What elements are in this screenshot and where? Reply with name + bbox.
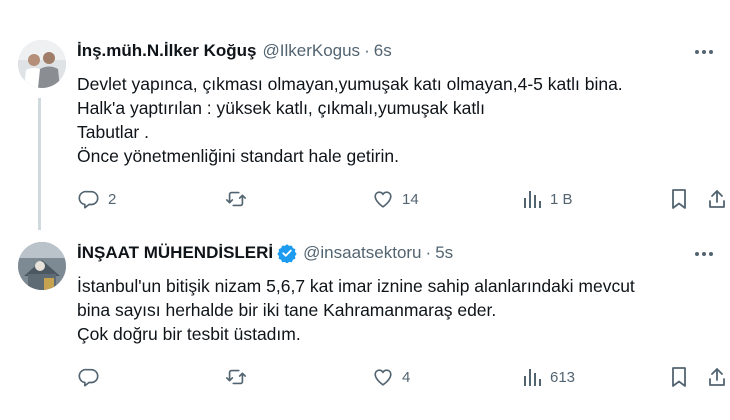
tweet-text: İstanbul'un bitişik nizam 5,6,7 kat imar… [77, 274, 635, 346]
reply-count: 2 [108, 190, 117, 208]
more-icon[interactable] [692, 40, 716, 64]
bookmark-icon [672, 367, 686, 387]
retweet-button[interactable] [224, 186, 256, 212]
tweet-line: Halk'a yaptırılan : yüksek katlı, çıkmal… [77, 98, 485, 118]
bookmark-button[interactable] [670, 186, 688, 212]
views-icon [524, 369, 541, 386]
share-icon [709, 368, 725, 386]
view-count: 613 [550, 368, 576, 386]
author-handle[interactable]: @insaatsektoru [303, 243, 421, 263]
tweet-text: Devlet yapınca, çıkması olmayan,yumuşak … [77, 72, 623, 168]
like-button[interactable]: 14 [372, 186, 419, 212]
tweet-header: İNŞAAT MÜHENDİSLERİ @insaatsektoru · 5s [77, 242, 453, 264]
like-count: 14 [402, 190, 419, 208]
reply-button[interactable] [78, 364, 108, 390]
view-count: 1 B [550, 190, 573, 208]
verified-badge-icon [277, 243, 297, 263]
reply-icon [78, 190, 99, 209]
separator: · [425, 243, 432, 262]
share-button[interactable] [707, 186, 727, 212]
views-icon [524, 191, 541, 208]
tweet-line: Tabutlar . [77, 122, 149, 142]
timestamp[interactable]: 6s [374, 41, 392, 61]
bookmark-button[interactable] [670, 364, 688, 390]
tweet-line: Önce yönetmenliğini standart hale getiri… [77, 146, 399, 166]
tweet-line: Çok doğru bir tesbit üstadım. [77, 324, 301, 344]
tweet-line: Devlet yapınca, çıkması olmayan,yumuşak … [77, 74, 623, 94]
more-icon[interactable] [692, 242, 716, 266]
retweet-icon [226, 191, 246, 207]
like-button[interactable]: 4 [372, 364, 410, 390]
views-button[interactable]: 613 [522, 364, 575, 390]
avatar[interactable] [18, 40, 66, 88]
like-count: 4 [402, 368, 411, 386]
views-button[interactable]: 1 B [522, 186, 573, 212]
tweet-line: bina sayısı herhalde bir iki tane Kahram… [77, 300, 497, 320]
share-icon [709, 190, 725, 208]
author-name[interactable]: İNŞAAT MÜHENDİSLERİ [77, 243, 273, 263]
reply-button[interactable]: 2 [78, 186, 116, 212]
retweet-icon [226, 369, 246, 385]
bookmark-icon [672, 189, 686, 209]
author-name[interactable]: İnş.müh.N.İlker Koğuş [77, 41, 256, 61]
avatar[interactable] [18, 242, 66, 290]
action-bar: 4 613 [0, 364, 730, 390]
reply-icon [78, 368, 99, 387]
author-handle[interactable]: @IlkerKogus [262, 41, 360, 61]
timestamp[interactable]: 5s [435, 243, 453, 263]
separator: · [364, 41, 370, 60]
like-icon [374, 369, 392, 386]
tweet-header: İnş.müh.N.İlker Koğuş @IlkerKogus · 6s [77, 40, 392, 62]
action-bar: 2 14 1 B [0, 186, 730, 212]
retweet-button[interactable] [224, 364, 256, 390]
like-icon [374, 191, 392, 208]
tweet-line: İstanbul'un bitişik nizam 5,6,7 kat imar… [77, 276, 635, 296]
share-button[interactable] [707, 364, 727, 390]
